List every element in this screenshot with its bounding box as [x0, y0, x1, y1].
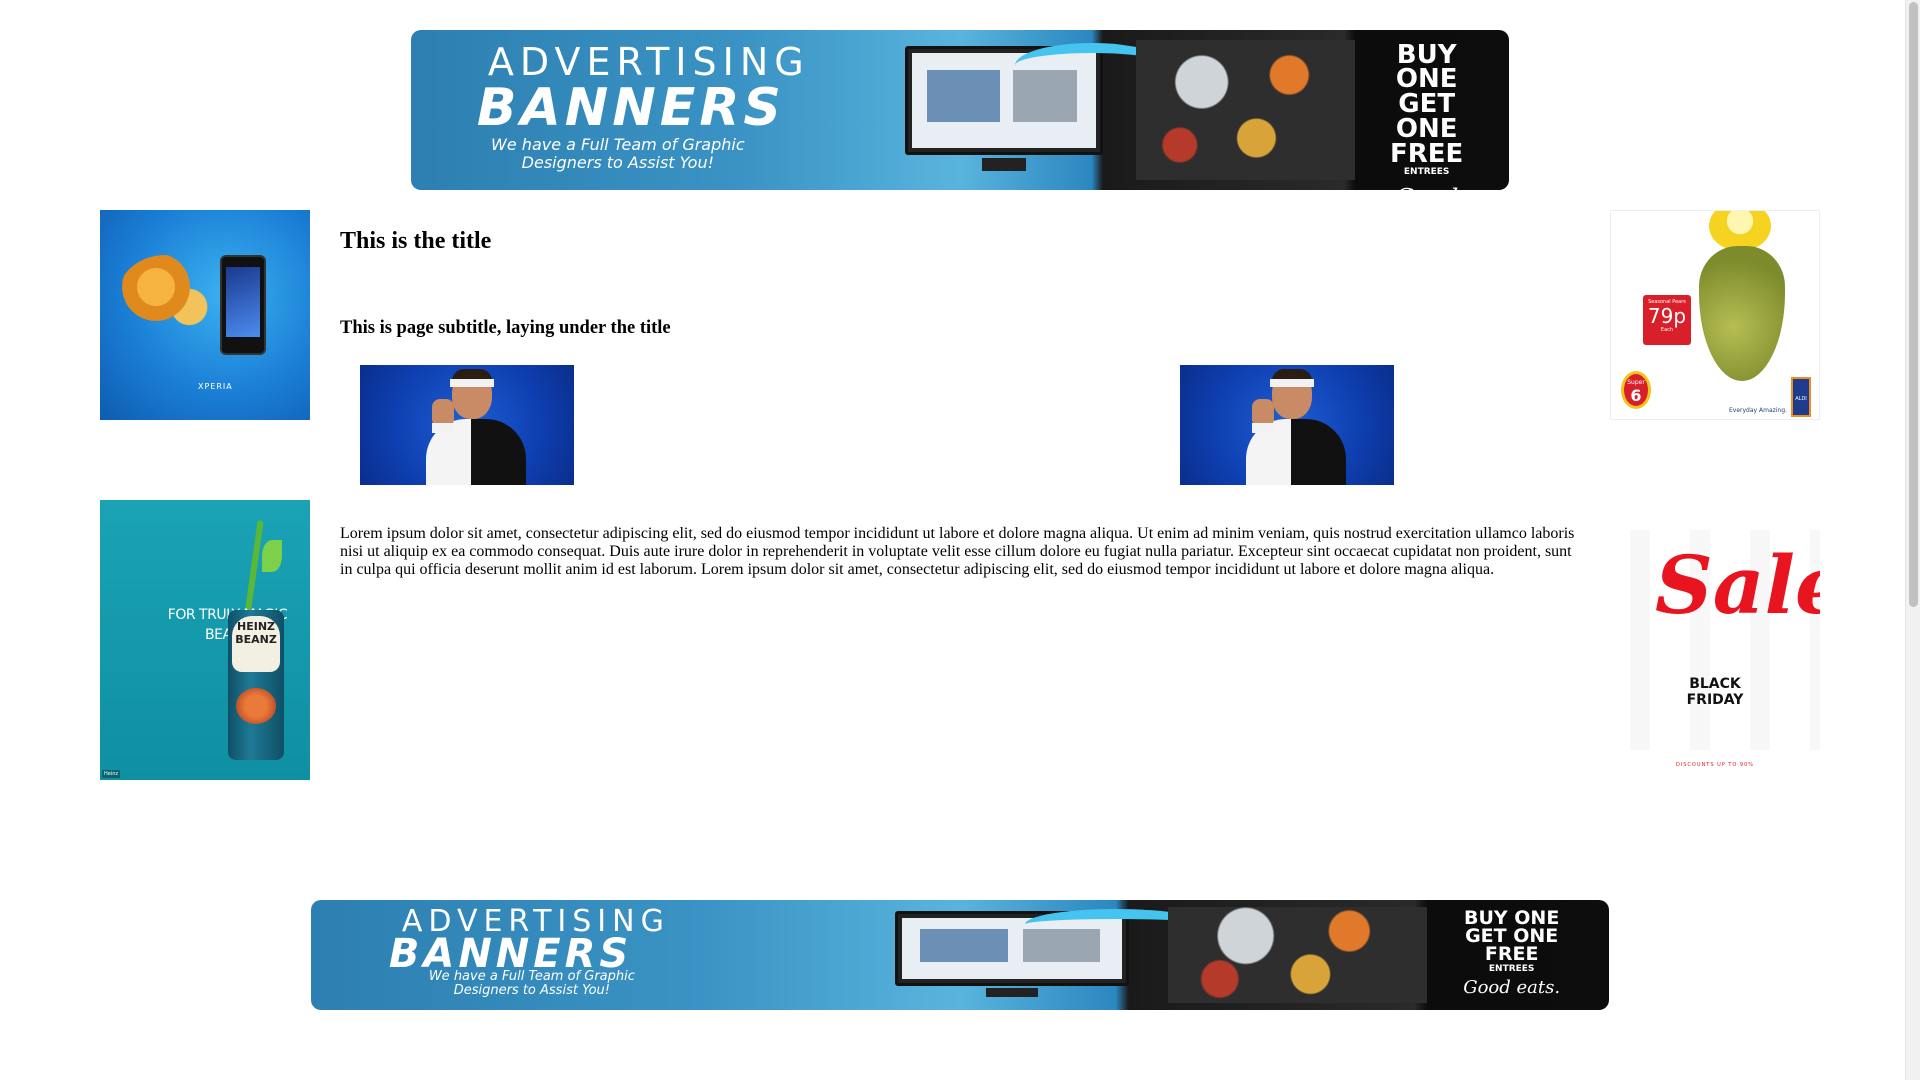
food-photo: [1167, 906, 1428, 1004]
super-label: Super: [1627, 379, 1645, 386]
pear-slogan: Everyday Amazing.: [1729, 407, 1787, 414]
scrollbar-thumb[interactable]: [1909, 2, 1918, 607]
black-friday-sale-ad[interactable]: Sale BLACK FRIDAY DISCOUNTS UP TO 90%: [1610, 500, 1820, 780]
food-photo: [1135, 39, 1356, 181]
discount-label: DISCOUNTS UP TO 90%: [1675, 762, 1755, 768]
banner-heading-line1: ADVERTISING: [487, 39, 810, 84]
banner-tagline: We have a Full Team of Graphic Designers…: [491, 134, 745, 172]
banner-heading-line2: BANNERS: [476, 78, 785, 138]
super-six-badge: Super 6: [1621, 371, 1651, 409]
page-title: This is the title: [340, 228, 492, 254]
aldi-logo: ALDI: [1791, 377, 1811, 417]
swirl-graphic: [118, 255, 213, 335]
banner-offer: BUY ONE GET ONE FREE ENTREES Good eats.: [1366, 39, 1487, 190]
pear-ad[interactable]: Seasonal Pears 79p Each Super 6 Everyday…: [1610, 210, 1820, 420]
can-label: HEINZ BEANZ: [235, 620, 277, 646]
monitor-stand: [985, 988, 1038, 997]
tennis-player-image: [1180, 365, 1394, 485]
price-tag: Seasonal Pears 79p Each: [1643, 295, 1691, 345]
vertical-scrollbar[interactable]: [1905, 0, 1920, 1080]
super-number: 6: [1630, 386, 1642, 405]
tennis-player-image: [360, 365, 574, 485]
offer-script: Good eats.: [1463, 977, 1561, 999]
leaf-graphic: [262, 540, 282, 572]
phone-ad[interactable]: XPERIA: [100, 210, 310, 420]
offer-script: Good eats.: [1366, 186, 1487, 190]
banner-offer: BUY ONE GET ONE FREE ENTREES Good eats.: [1440, 906, 1583, 999]
offer-subline: ENTREES: [1403, 167, 1450, 178]
bottom-advertising-banner[interactable]: ADVERTISING BANNERS We have a Full Team …: [311, 900, 1609, 1010]
price-value: 79p: [1647, 304, 1687, 328]
banner-tagline: We have a Full Team of Graphic Designers…: [428, 969, 635, 999]
offer-subline: ENTREES: [1488, 963, 1535, 974]
phone-illustration: [220, 255, 266, 355]
black-friday-label: BLACK FRIDAY: [1686, 676, 1744, 708]
offer-headline: BUY ONE GET ONE FREE: [1390, 39, 1464, 169]
pear-illustration: [1699, 246, 1785, 381]
lemon-illustration: [1709, 211, 1771, 251]
phone-brand: XPERIA: [198, 382, 233, 391]
beans-ad[interactable]: FOR TRULY MAGIC BEANS HEINZ BEANZ Heinz: [100, 500, 310, 780]
page-subtitle: This is page subtitle, laying under the …: [340, 318, 671, 338]
top-advertising-banner[interactable]: ADVERTISING BANNERS We have a Full Team …: [411, 30, 1509, 190]
offer-headline: BUY ONE GET ONE FREE: [1464, 906, 1560, 965]
sale-script: Sale: [1655, 538, 1820, 632]
monitor-stand: [981, 158, 1026, 171]
beans-credit: Heinz: [102, 770, 121, 778]
body-paragraph: Lorem ipsum dolor sit amet, consectetur …: [340, 525, 1575, 578]
